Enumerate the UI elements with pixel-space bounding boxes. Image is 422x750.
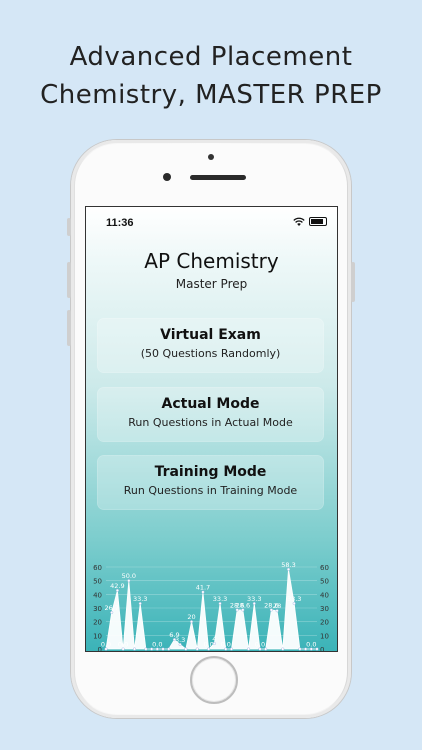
score-label: 33.3: [213, 595, 227, 603]
score-point: [167, 647, 171, 651]
score-label: 4: [212, 635, 216, 643]
actual-mode-button[interactable]: Actual Mode Run Questions in Actual Mode: [98, 388, 323, 441]
score-label: 33.3: [133, 595, 147, 603]
mute-switch: [67, 218, 71, 236]
y-tick-right-1: 10: [320, 632, 329, 640]
y-tick-right-6: 60: [320, 564, 329, 572]
y-tick-left-5: 50: [93, 578, 102, 586]
score-point: [281, 647, 285, 651]
score-history-chart: 0 010 1020 2030 3040 4050 5060 600.026.742.90.0…: [93, 561, 329, 651]
y-tick-right-0: 0: [320, 646, 324, 651]
training-mode-button[interactable]: Training Mode Run Questions in Training …: [98, 456, 323, 509]
actual-mode-subtitle: Run Questions in Actual Mode: [128, 416, 293, 429]
volume-down-button: [67, 310, 71, 346]
virtual-exam-subtitle: (50 Questions Randomly): [140, 347, 281, 360]
headline-line-1: Advanced Placement: [69, 42, 353, 72]
score-label: 0.0: [255, 641, 265, 649]
battery-icon: [309, 217, 327, 226]
score-point: [264, 647, 268, 651]
status-time: 11:36: [106, 217, 134, 229]
score-point: [315, 647, 319, 651]
score-label: 0.0: [221, 641, 231, 649]
training-mode-subtitle: Run Questions in Training Mode: [123, 484, 298, 497]
score-point: [133, 647, 137, 651]
status-icons: [293, 217, 327, 226]
score-point: [144, 647, 148, 651]
score-point: [298, 647, 302, 651]
score-point: [195, 647, 199, 651]
score-point: [247, 647, 251, 651]
volume-up-button: [67, 262, 71, 298]
home-button[interactable]: [190, 656, 238, 704]
score-label: 0.0: [152, 641, 162, 649]
score-label: 42.9: [110, 582, 124, 590]
score-label: 0.0: [118, 641, 128, 649]
score-label: 20: [187, 613, 195, 621]
virtual-exam-button[interactable]: Virtual Exam (50 Questions Randomly): [98, 319, 323, 372]
score-label: 26.7: [104, 604, 118, 612]
training-mode-title: Training Mode: [154, 464, 267, 480]
score-label: 33.3: [287, 595, 301, 603]
headline-line-2: Chemistry, MASTER PREP: [40, 80, 382, 110]
score-label: 33.3: [247, 595, 261, 603]
earpiece-speaker: [190, 175, 246, 180]
y-tick-right-5: 50: [320, 578, 329, 586]
score-point: [229, 647, 233, 651]
virtual-exam-title: Virtual Exam: [160, 327, 261, 343]
y-tick-left-6: 60: [93, 564, 102, 572]
score-point: [161, 647, 165, 651]
y-tick-right-2: 20: [320, 619, 329, 627]
score-label: 58.3: [281, 561, 295, 569]
y-tick-right-4: 40: [320, 591, 329, 599]
actual-mode-title: Actual Mode: [161, 396, 260, 412]
score-label: 0.0: [306, 641, 316, 649]
app-title: AP Chemistry: [144, 249, 279, 273]
score-label: 41.7: [196, 584, 210, 592]
score-label: 3.3: [175, 636, 185, 644]
y-tick-left-3: 30: [93, 605, 102, 613]
score-label: 28: [273, 602, 281, 610]
score-point: [184, 647, 188, 651]
score-label: 50.0: [122, 572, 136, 580]
front-camera: [163, 173, 171, 181]
y-tick-left-1: 10: [93, 632, 102, 640]
app-screen: 11:36 AP Chemistry Master Prep Virtual E…: [85, 206, 338, 652]
wifi-icon: [293, 217, 305, 226]
y-tick-left-4: 40: [93, 591, 102, 599]
score-label: 0.0: [101, 641, 111, 649]
y-tick-right-3: 30: [320, 605, 329, 613]
front-sensor: [208, 154, 214, 160]
y-tick-left-2: 20: [93, 619, 102, 627]
app-subtitle: Master Prep: [175, 277, 248, 291]
power-button: [351, 262, 355, 302]
